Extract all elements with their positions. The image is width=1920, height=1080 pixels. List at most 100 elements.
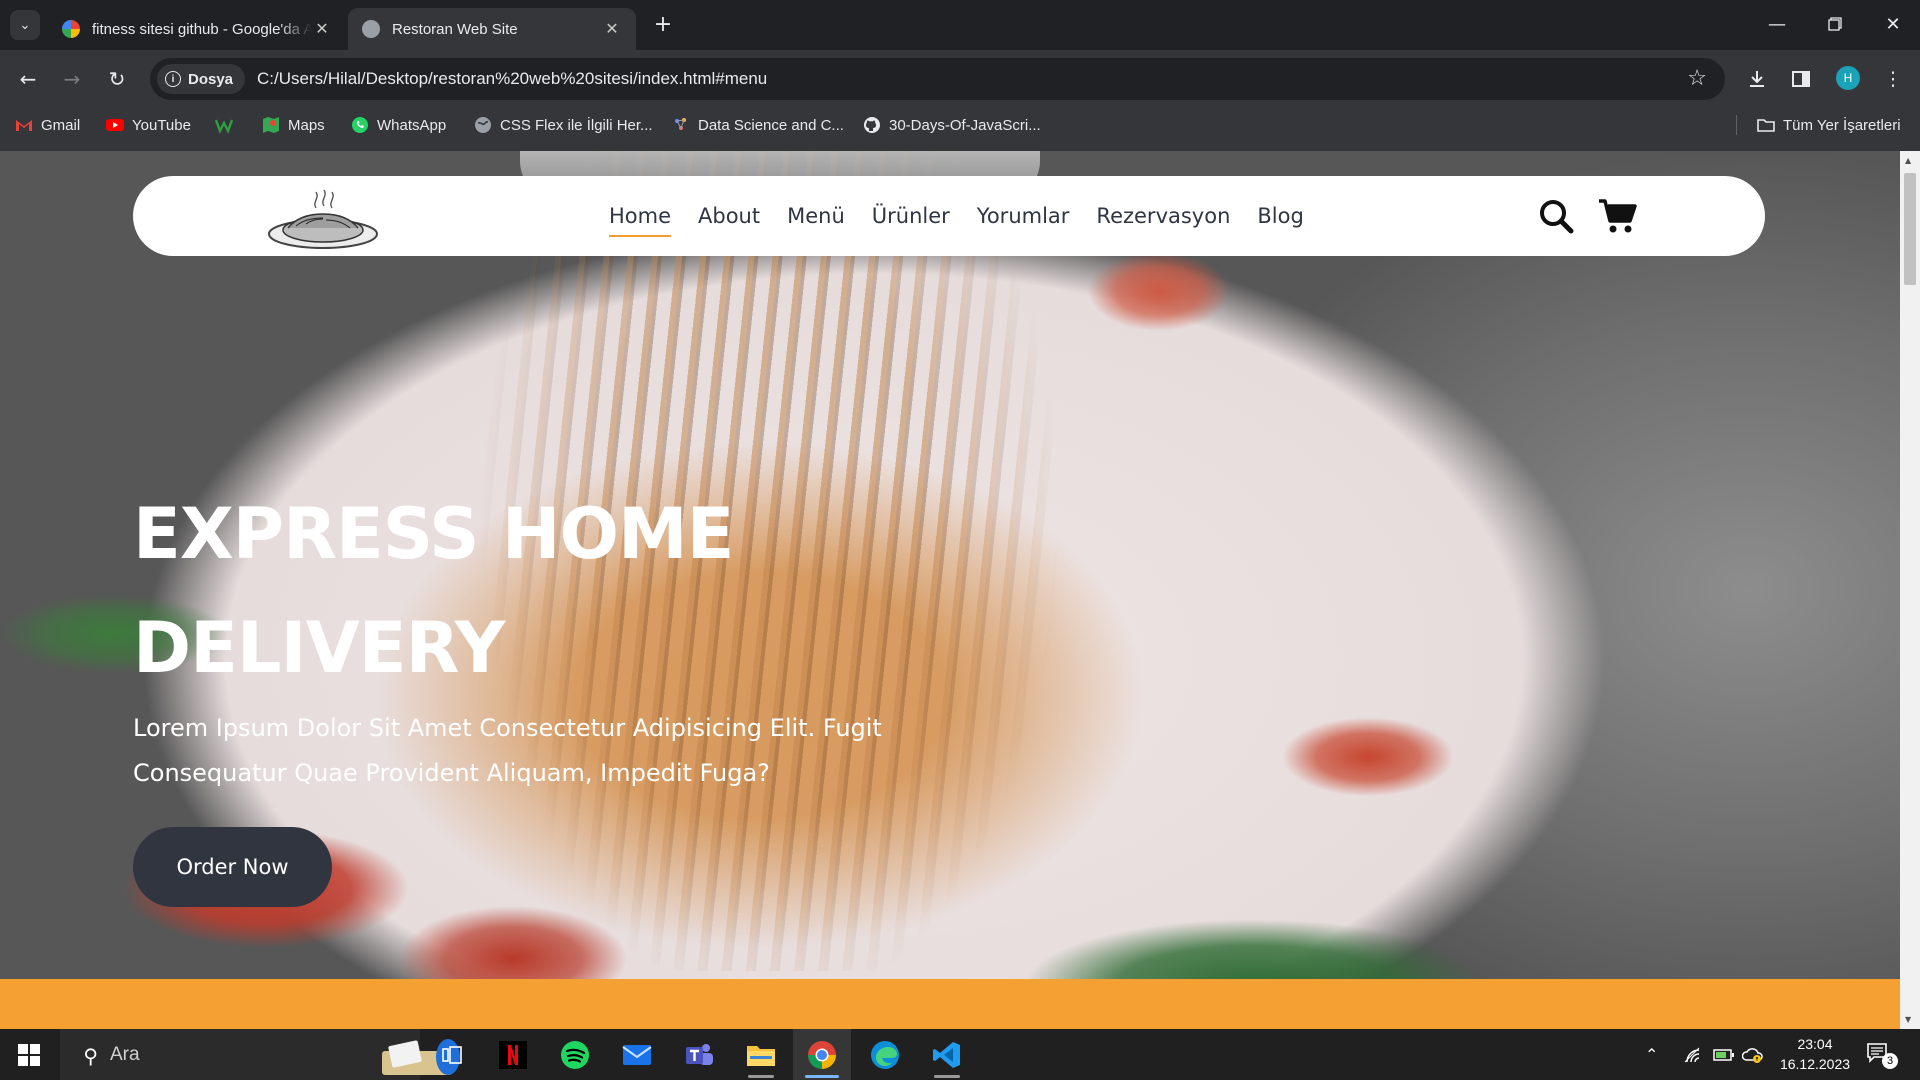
nav-blog[interactable]: Blog [1257, 201, 1303, 231]
youtube-icon [106, 119, 124, 131]
teams-icon [686, 1043, 713, 1065]
new-tab-button[interactable]: + [650, 12, 676, 38]
browser-toolbar: ← → ↻ i Dosya C:/Users/Hilal/Desktop/res… [0, 50, 1920, 107]
bookmark-label: Tüm Yer İşaretleri [1783, 116, 1901, 134]
github-icon [864, 117, 880, 133]
nav-products[interactable]: Ürünler [872, 201, 950, 231]
onedrive-status[interactable] [1742, 1029, 1764, 1080]
url-text[interactable]: C:/Users/Hilal/Desktop/restoran%20web%20… [257, 69, 767, 89]
vscode-icon [933, 1041, 960, 1068]
close-icon: ✕ [1885, 13, 1901, 35]
bookmark-css-flex[interactable]: CSS Flex ile İlgili Her... [474, 107, 653, 143]
nav-home[interactable]: Home [609, 201, 672, 237]
nav-about[interactable]: About [698, 201, 760, 231]
restore-button[interactable] [1806, 0, 1864, 48]
search-icon: ⚲ [83, 1045, 98, 1068]
shopping-cart-icon[interactable] [1597, 196, 1637, 236]
hero-title-line-2: DELIVERY [133, 607, 505, 689]
bookmark-star-icon[interactable]: ☆ [1687, 66, 1707, 91]
downloads-button[interactable] [1742, 64, 1772, 94]
orange-section-band [0, 979, 1900, 1029]
hero-subtitle-line-1: Lorem Ipsum Dolor Sit Amet Consectetur A… [133, 714, 882, 742]
battery-status[interactable] [1713, 1029, 1735, 1080]
system-clock[interactable]: 23:04 16.12.2023 [1770, 1034, 1860, 1074]
tab-title: Restoran Web Site [392, 20, 518, 38]
close-icon[interactable]: ✕ [602, 19, 622, 39]
search-icon[interactable] [1536, 196, 1576, 236]
side-panel-button[interactable] [1786, 64, 1816, 94]
spotify-icon [561, 1040, 589, 1069]
chrome-menu-button[interactable]: ⋮ [1878, 64, 1908, 94]
minimize-icon: — [1768, 13, 1786, 35]
tab-google-search[interactable]: fitness sitesi github - Google'da Ara ✕ [48, 8, 346, 50]
windows-logo-pane [30, 1056, 40, 1066]
bookmark-gmail[interactable]: Gmail [15, 107, 80, 143]
gmail-icon [16, 120, 32, 131]
bookmark-w[interactable] [215, 107, 241, 143]
tab-restoran-web-site[interactable]: Restoran Web Site ✕ [348, 8, 636, 50]
bookmark-label: Maps [288, 116, 325, 134]
bookmark-data-science[interactable]: Data Science and C... [672, 107, 844, 143]
close-window-button[interactable]: ✕ [1864, 0, 1920, 48]
network-status[interactable] [1683, 1029, 1703, 1080]
bookmark-label: YouTube [132, 116, 191, 134]
scrollbar-thumb[interactable] [1904, 173, 1916, 285]
taskbar-search-box[interactable]: ⚲ Ara [60, 1029, 460, 1080]
spotify-app[interactable] [546, 1029, 604, 1080]
minimize-button[interactable]: — [1748, 0, 1806, 48]
task-view-button[interactable] [423, 1029, 481, 1080]
bookmark-30-days-js[interactable]: 30-Days-Of-JavaScri... [863, 107, 1041, 143]
scroll-down-arrow-icon[interactable]: ▼ [1905, 1015, 1911, 1024]
notification-center-button[interactable]: 3 [1866, 1041, 1898, 1069]
nav-menu[interactable]: Menü [787, 201, 845, 231]
nav-reviews[interactable]: Yorumlar [977, 201, 1070, 231]
chrome-icon [808, 1040, 836, 1069]
edge-app[interactable] [856, 1029, 914, 1080]
data-science-icon [675, 118, 686, 130]
bookmark-youtube[interactable]: YouTube [106, 107, 191, 143]
cloud-warning-icon [1742, 1047, 1763, 1063]
scroll-up-arrow-icon[interactable]: ▲ [1905, 156, 1911, 165]
reload-button[interactable]: ↻ [102, 64, 132, 94]
order-now-button[interactable]: Order Now [133, 827, 332, 907]
page-scrollbar[interactable]: ▲ ▼ [1900, 151, 1920, 1029]
site-info-chip[interactable]: i Dosya [157, 64, 246, 94]
nav-reservation[interactable]: Rezervasyon [1096, 201, 1230, 231]
all-bookmarks-folder[interactable]: Tüm Yer İşaretleri [1757, 107, 1901, 143]
google-g-icon [62, 20, 80, 38]
chrome-app[interactable] [793, 1029, 851, 1080]
mail-app[interactable] [608, 1029, 666, 1080]
forward-button[interactable]: → [57, 64, 87, 94]
netflix-app[interactable] [484, 1029, 542, 1080]
bookmarks-separator [1736, 115, 1737, 135]
download-icon [1750, 71, 1764, 87]
teams-app[interactable] [670, 1029, 728, 1080]
clock-date: 16.12.2023 [1779, 1056, 1851, 1072]
bookmark-maps[interactable]: Maps [262, 107, 325, 143]
close-icon[interactable]: ✕ [312, 19, 332, 39]
site-chip-label: Dosya [188, 70, 234, 88]
folder-icon [1757, 119, 1775, 132]
back-button[interactable]: ← [13, 64, 43, 94]
hero-title: EXPRESS HOME DELIVERY [133, 477, 853, 705]
tab-search-button[interactable]: ⌄ [10, 10, 40, 40]
windows-logo-pane [30, 1044, 40, 1054]
page-viewport: Home About Menü Ürünler Yorumlar Rezerva… [0, 151, 1900, 1029]
tab-title: fitness sitesi github - Google'da Ara [92, 20, 312, 38]
bookmark-whatsapp[interactable]: WhatsApp [351, 107, 446, 143]
address-bar[interactable]: i Dosya C:/Users/Hilal/Desktop/restoran%… [150, 58, 1725, 100]
start-button[interactable] [18, 1044, 40, 1066]
show-hidden-icons-button[interactable]: ⌃ [1645, 1029, 1658, 1080]
file-explorer-app[interactable] [732, 1029, 790, 1080]
profile-avatar[interactable]: H [1836, 66, 1860, 90]
hero-title-line-1: EXPRESS HOME [133, 493, 734, 575]
vscode-app[interactable] [918, 1029, 976, 1080]
bookmarks-bar: Gmail YouTube Maps WhatsApp CSS Flex ile… [0, 107, 1920, 151]
mail-icon [622, 1044, 652, 1065]
search-label: Ara [110, 1043, 140, 1065]
chevron-down-icon: ⌄ [19, 17, 31, 33]
info-icon: i [165, 71, 181, 87]
restaurant-logo[interactable] [266, 178, 380, 254]
folder-icon [747, 1045, 775, 1066]
chevron-up-icon: ⌃ [1645, 1046, 1659, 1064]
